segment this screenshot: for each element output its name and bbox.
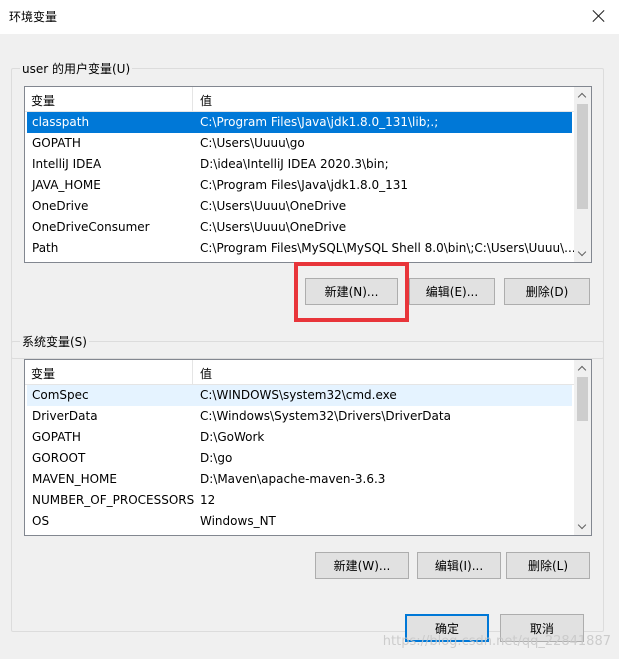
system-var-row[interactable]: ComSpec C:\WINDOWS\system32\cmd.exe xyxy=(27,385,572,406)
user-var-row[interactable]: OneDrive C:\Users\Uuuu\OneDrive xyxy=(27,196,572,217)
variable-name: OneDrive xyxy=(32,199,89,213)
annotation-highlight-box xyxy=(294,262,409,322)
scroll-up-icon[interactable] xyxy=(574,87,591,104)
column-header-variable[interactable]: 变量 xyxy=(31,365,55,382)
dialog-body: user 的用户变量(U) 变量 值 classpath C:\Program … xyxy=(0,34,619,659)
user-list-scrollbar[interactable] xyxy=(574,87,591,262)
variable-name: GOPATH xyxy=(32,430,81,444)
column-divider[interactable] xyxy=(192,87,193,111)
variable-name: Path xyxy=(32,241,59,255)
user-var-row[interactable]: classpath C:\Program Files\Java\jdk1.8.0… xyxy=(27,112,572,133)
variable-value: C:\Windows\System32\Drivers\DriverData xyxy=(200,409,451,423)
column-header-value[interactable]: 值 xyxy=(200,92,212,109)
variable-value: C:\Users\Uuuu\OneDrive xyxy=(200,199,347,213)
variable-value: D:\idea\IntelliJ IDEA 2020.3\bin; xyxy=(200,157,389,171)
system-new-button[interactable]: 新建(W)... xyxy=(315,552,409,579)
user-var-row[interactable]: Path C:\Program Files\MySQL\MySQL Shell … xyxy=(27,238,576,259)
close-icon[interactable] xyxy=(589,6,609,26)
system-var-row[interactable]: OS Windows_NT xyxy=(27,511,572,532)
variable-name: OneDriveConsumer xyxy=(32,220,150,234)
system-edit-button[interactable]: 编辑(I)... xyxy=(417,552,501,579)
user-variables-label: user 的用户变量(U) xyxy=(20,60,133,77)
scroll-thumb[interactable] xyxy=(577,104,588,209)
variable-name: NUMBER_OF_PROCESSORS xyxy=(32,493,195,507)
variable-value: C:\Program Files\MySQL\MySQL Shell 8.0\b… xyxy=(200,241,576,255)
system-variables-label: 系统变量(S) xyxy=(20,333,89,350)
variable-name: MAVEN_HOME xyxy=(32,472,117,486)
variable-name: classpath xyxy=(32,115,90,129)
user-edit-button[interactable]: 编辑(E)... xyxy=(409,278,495,305)
scroll-thumb[interactable] xyxy=(577,377,588,421)
column-header-value[interactable]: 值 xyxy=(200,365,212,382)
column-divider[interactable] xyxy=(192,360,193,384)
variable-value: C:\WINDOWS\system32\cmd.exe xyxy=(200,388,397,402)
system-var-row[interactable]: NUMBER_OF_PROCESSORS 12 xyxy=(27,490,572,511)
variable-value: D:\GoWork xyxy=(200,430,265,444)
variable-name: GOROOT xyxy=(32,451,86,465)
variable-name: ComSpec xyxy=(32,388,89,402)
user-var-row[interactable]: JAVA_HOME C:\Program Files\Java\jdk1.8.0… xyxy=(27,175,572,196)
scroll-down-icon[interactable] xyxy=(574,245,591,262)
watermark-text: https://blog.csdn.net/qq_22841887 xyxy=(382,634,611,649)
system-delete-button[interactable]: 删除(L) xyxy=(506,552,590,579)
variable-name: GOPATH xyxy=(32,136,81,150)
window-title: 环境变量 xyxy=(9,10,58,24)
user-var-row[interactable]: IntelliJ IDEA D:\idea\IntelliJ IDEA 2020… xyxy=(27,154,572,175)
variable-name: DriverData xyxy=(32,409,98,423)
variable-value: D:\go xyxy=(200,451,233,465)
variable-value: C:\Program Files\Java\jdk1.8.0_131\lib;.… xyxy=(200,115,439,129)
variable-value: C:\Users\Uuuu\OneDrive xyxy=(200,220,347,234)
scroll-down-icon[interactable] xyxy=(574,518,591,535)
user-variables-list[interactable]: 变量 值 classpath C:\Program Files\Java\jdk… xyxy=(24,86,592,263)
system-variables-list[interactable]: 变量 值 ComSpec C:\WINDOWS\system32\cmd.exe… xyxy=(24,359,592,536)
user-var-row[interactable]: OneDriveConsumer C:\Users\Uuuu\OneDrive xyxy=(27,217,572,238)
list-header: 变量 值 xyxy=(25,87,574,112)
variable-value: D:\Maven\apache-maven-3.6.3 xyxy=(200,472,386,486)
scroll-up-icon[interactable] xyxy=(574,360,591,377)
system-variables-group: 系统变量(S) 变量 值 ComSpec C:\WINDOWS\system32… xyxy=(11,333,604,632)
list-header: 变量 值 xyxy=(25,360,574,385)
user-var-row[interactable]: GOPATH C:\Users\Uuuu\go xyxy=(27,133,572,154)
title-bar: 环境变量 xyxy=(0,0,619,34)
variable-value: Windows_NT xyxy=(200,514,276,528)
variable-value: 12 xyxy=(200,493,216,507)
variable-name: OS xyxy=(32,514,50,528)
system-var-row[interactable]: GOPATH D:\GoWork xyxy=(27,427,572,448)
system-var-row[interactable]: MAVEN_HOME D:\Maven\apache-maven-3.6.3 xyxy=(27,469,572,490)
variable-value: C:\Users\Uuuu\go xyxy=(200,136,305,150)
system-var-row[interactable]: DriverData C:\Windows\System32\Drivers\D… xyxy=(27,406,572,427)
column-header-variable[interactable]: 变量 xyxy=(31,92,55,109)
user-delete-button[interactable]: 删除(D) xyxy=(504,278,590,305)
system-list-scrollbar[interactable] xyxy=(574,360,591,535)
variable-name: JAVA_HOME xyxy=(32,178,101,192)
variable-value: C:\Program Files\Java\jdk1.8.0_131 xyxy=(200,178,409,192)
system-var-row[interactable]: GOROOT D:\go xyxy=(27,448,572,469)
variable-name: IntelliJ IDEA xyxy=(32,157,102,171)
